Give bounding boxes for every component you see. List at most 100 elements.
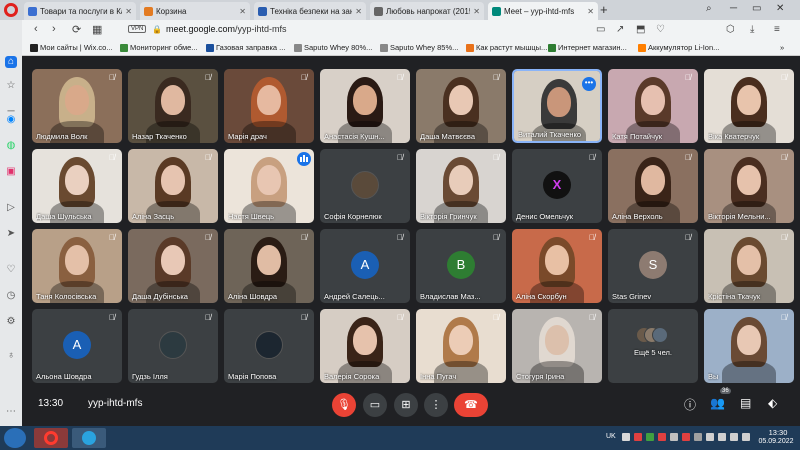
- participant-tile[interactable]: 🎙̸ Інна Пугач: [416, 309, 506, 383]
- bookmark-item[interactable]: Мониторинг обме...: [120, 43, 198, 52]
- browser-tab[interactable]: Товари та послуги в Кам'я✕: [24, 2, 136, 20]
- whatsapp-icon[interactable]: ◍: [5, 140, 17, 152]
- tray-volume-icon[interactable]: [730, 433, 738, 441]
- mic-off-button[interactable]: 🎙: [332, 393, 356, 417]
- back-icon[interactable]: ‹: [34, 23, 38, 35]
- participant-tile[interactable]: 🎙̸ Людмила Волк: [32, 69, 122, 143]
- url-field[interactable]: meet.google.com/yyp-ihtd-mfs: [166, 24, 287, 34]
- easy-setup-icon[interactable]: ≡: [774, 24, 780, 35]
- participant-tile[interactable]: 🎙̸ Вікторія Мельни...: [704, 149, 794, 223]
- maximize-icon[interactable]: ▭: [752, 3, 761, 14]
- vpn-badge[interactable]: VPN: [128, 25, 147, 33]
- bookmark-item[interactable]: Газовая заправка ...: [206, 43, 285, 52]
- bookmark-item[interactable]: Аккумулятор Li-Ion...: [638, 43, 719, 52]
- lock-icon[interactable]: 🔒: [152, 25, 162, 34]
- participant-tile[interactable]: 🎙̸ Гудзь Ілля: [128, 309, 218, 383]
- share-icon[interactable]: ↗: [616, 24, 624, 35]
- participant-tile[interactable]: B 🎙̸ Владислав Маз...: [416, 229, 506, 303]
- more-icon[interactable]: ⋯: [5, 406, 17, 418]
- participant-tile[interactable]: 🎙̸ Даша Дубінська: [128, 229, 218, 303]
- tray-app3-icon[interactable]: [658, 433, 666, 441]
- participant-tile[interactable]: 🎙̸ Даша Матвєєва: [416, 69, 506, 143]
- tab-close-icon[interactable]: ✕: [125, 7, 132, 16]
- extensions-cube-icon[interactable]: ⬡: [726, 24, 735, 35]
- others-tile[interactable]: Ещё 5 чел.: [608, 309, 698, 383]
- participant-tile[interactable]: 🎙̸ Марія Попова: [224, 309, 314, 383]
- participant-tile[interactable]: 🎙̸ Аліна Шовдра: [224, 229, 314, 303]
- activities-icon[interactable]: ⬖: [768, 396, 777, 410]
- participant-tile[interactable]: 🎙̸ Аліна Засць: [128, 149, 218, 223]
- new-tab-button[interactable]: +: [600, 2, 608, 17]
- taskbar-clock-date[interactable]: 05.09.2022: [754, 438, 798, 445]
- participant-tile[interactable]: A 🎙̸ Андрей Салець...: [320, 229, 410, 303]
- history-icon[interactable]: ◷: [5, 290, 17, 302]
- opera-logo-icon[interactable]: [4, 3, 18, 17]
- participant-tile[interactable]: 🎙̸ Таня Колосівська: [32, 229, 122, 303]
- tray-network-icon[interactable]: [718, 433, 726, 441]
- participant-tile[interactable]: 🎙̸ Вы: [704, 309, 794, 383]
- tab-close-icon[interactable]: ✕: [355, 7, 362, 16]
- participant-tile[interactable]: 🎙̸ Софія Корнелюк: [320, 149, 410, 223]
- participant-tile[interactable]: 🎙̸ Марія драч: [224, 69, 314, 143]
- browser-tab[interactable]: Любовь напрокат (2015) ✕: [370, 2, 484, 20]
- search-tabs-icon[interactable]: ⌕: [706, 3, 712, 14]
- participant-tile[interactable]: Настя Швець: [224, 149, 314, 223]
- player-icon[interactable]: ▷: [5, 202, 17, 214]
- tray-app-icon[interactable]: [634, 433, 642, 441]
- bookmark-item[interactable]: Интернет магазин...: [548, 43, 627, 52]
- heart-icon[interactable]: ♡: [5, 264, 17, 276]
- close-window-icon[interactable]: ✕: [776, 3, 784, 14]
- participant-tile[interactable]: 🎙̸ Стогуря Ірина: [512, 309, 602, 383]
- tab-close-icon[interactable]: ✕: [587, 7, 594, 16]
- participant-tile[interactable]: S 🎙̸ Stas Grinev: [608, 229, 698, 303]
- bookmark-item[interactable]: Saputo Whey 85%...: [380, 43, 458, 52]
- participant-tile[interactable]: 🎙̸ Даша Шульська: [32, 149, 122, 223]
- people-icon[interactable]: 👥: [710, 396, 725, 410]
- present-button[interactable]: ⊞: [394, 393, 418, 417]
- tray-language[interactable]: UK: [606, 433, 616, 440]
- meeting-info-icon[interactable]: ⓘ: [684, 396, 696, 413]
- bookmark-item[interactable]: Мои сайты | Wix.co...: [30, 43, 113, 52]
- participant-more-icon[interactable]: •••: [582, 77, 596, 91]
- bookmark-icon[interactable]: ♡: [656, 24, 665, 35]
- download-icon[interactable]: ⤓: [750, 24, 754, 35]
- minimize-icon[interactable]: ─: [730, 3, 737, 14]
- instagram-icon[interactable]: ▣: [5, 166, 17, 178]
- browser-tab[interactable]: Meet – yyp-ihtd-mfs ✕: [488, 2, 598, 20]
- taskbar-opera-app[interactable]: [34, 428, 68, 448]
- camera-button[interactable]: ▭: [363, 393, 387, 417]
- browser-tab[interactable]: Корзина ✕: [140, 2, 250, 20]
- taskbar-telegram-app[interactable]: [72, 428, 106, 448]
- settings-icon[interactable]: ⚙: [5, 316, 17, 328]
- tray-app6-icon[interactable]: [694, 433, 702, 441]
- tray-battery-icon[interactable]: [742, 433, 750, 441]
- browser-tab[interactable]: Техніка безпеки на занят✕: [254, 2, 366, 20]
- participant-tile[interactable]: ••• Виталий Ткаченко: [512, 69, 602, 143]
- tray-flag-icon[interactable]: [706, 433, 714, 441]
- tab-close-icon[interactable]: ✕: [239, 7, 246, 16]
- participant-tile[interactable]: 🎙̸ Назар Ткаченко: [128, 69, 218, 143]
- start-button[interactable]: [4, 428, 26, 448]
- bookmark-item[interactable]: Как растут мышцы...: [466, 43, 547, 52]
- forward-icon[interactable]: ›: [52, 23, 56, 35]
- tray-app2-icon[interactable]: [646, 433, 654, 441]
- tray-app4-icon[interactable]: [670, 433, 678, 441]
- messenger-icon[interactable]: ◉: [5, 114, 17, 126]
- participant-tile[interactable]: 🎙̸ Аліна Скорбун: [512, 229, 602, 303]
- participant-tile[interactable]: 🎙̸ Анастасія Кушн...: [320, 69, 410, 143]
- participant-tile[interactable]: 🎙̸ Крістіна Ткачук: [704, 229, 794, 303]
- chat-icon[interactable]: ▤: [740, 396, 751, 410]
- leave-call-button[interactable]: ☎: [454, 393, 488, 417]
- reload-icon[interactable]: ⟳: [72, 23, 81, 36]
- participant-tile[interactable]: 🎙̸ Віка Кватерчук: [704, 69, 794, 143]
- tab-close-icon[interactable]: ✕: [473, 7, 480, 16]
- participant-tile[interactable]: 🎙̸ Вікторія Гринчук: [416, 149, 506, 223]
- more-options-button[interactable]: ⋮: [424, 393, 448, 417]
- tray-keyboard-icon[interactable]: [622, 433, 630, 441]
- speed-dial-home-icon[interactable]: ⌂: [5, 56, 17, 68]
- taskbar-clock-time[interactable]: 13:30: [760, 428, 796, 437]
- bookmark-item[interactable]: Saputo Whey 80%...: [294, 43, 372, 52]
- star-icon[interactable]: ☆: [5, 80, 17, 92]
- tray-app5-icon[interactable]: [682, 433, 690, 441]
- participant-tile[interactable]: A 🎙̸ Альона Шовдра: [32, 309, 122, 383]
